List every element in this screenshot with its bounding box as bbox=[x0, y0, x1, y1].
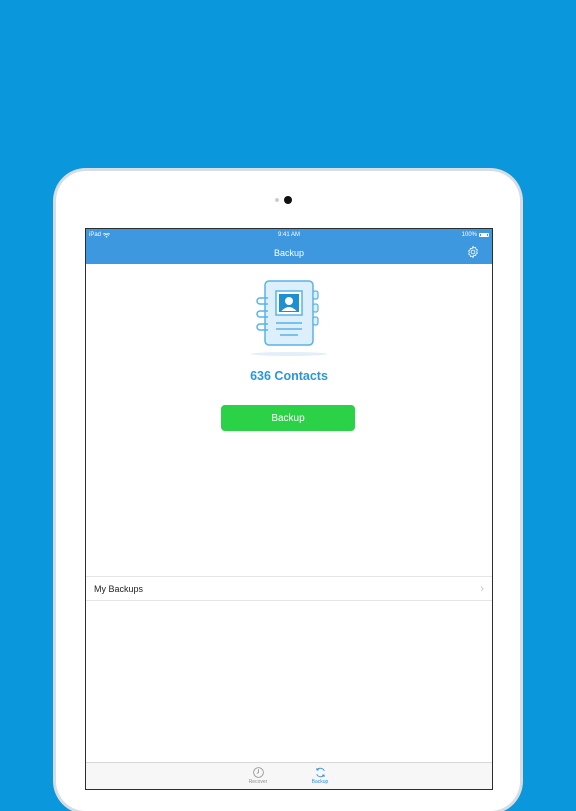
status-bar: iPad 9:41 AM 100% bbox=[86, 229, 492, 241]
tab-bar: Recover Backup bbox=[86, 762, 492, 789]
gear-icon[interactable] bbox=[466, 245, 480, 259]
main-content: 636 Contacts Backup My Backups › bbox=[86, 264, 492, 742]
page-title: Backup bbox=[273, 247, 305, 258]
contacts-count: 636 Contacts bbox=[250, 369, 328, 383]
tab-recover[interactable]: Recover bbox=[245, 763, 271, 789]
sensor-dot bbox=[275, 198, 279, 202]
tab-backup-label: Backup bbox=[311, 779, 329, 785]
tab-recover-label: Recover bbox=[248, 779, 268, 785]
nav-bar: Backup bbox=[86, 241, 492, 264]
ipad-frame: iPad 9:41 AM 100% Backup 636 Contacts Ba… bbox=[56, 171, 520, 811]
app-screen: iPad 9:41 AM 100% Backup 636 Contacts Ba… bbox=[85, 228, 493, 790]
chevron-right-icon: › bbox=[480, 582, 484, 595]
battery-icon bbox=[479, 233, 489, 237]
status-time: 9:41 AM bbox=[277, 232, 300, 238]
tab-backup[interactable]: Backup bbox=[307, 763, 333, 789]
my-backups-row[interactable]: My Backups › bbox=[86, 576, 492, 601]
front-camera bbox=[284, 196, 292, 204]
address-book-icon bbox=[251, 280, 327, 356]
backup-button[interactable]: Backup bbox=[221, 405, 355, 431]
my-backups-label: My Backups bbox=[94, 583, 144, 594]
